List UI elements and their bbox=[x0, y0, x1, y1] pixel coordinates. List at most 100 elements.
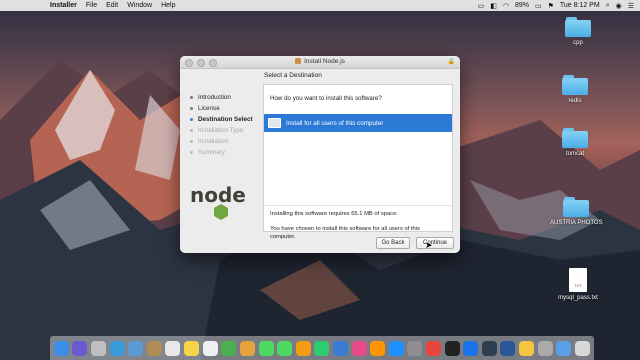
step-label: Summary bbox=[198, 149, 225, 156]
step-label: Installation Type bbox=[198, 127, 244, 134]
step-bullet-icon bbox=[190, 107, 193, 110]
battery-percent[interactable]: 89% bbox=[515, 2, 529, 9]
wifi-icon[interactable]: ◠ bbox=[503, 2, 509, 10]
folder-icon bbox=[562, 75, 588, 95]
nodejs-logo-text: node bbox=[190, 183, 246, 207]
desktop-icon-label: AUSTRIA PHOTOS bbox=[550, 220, 603, 226]
photos-icon[interactable] bbox=[239, 340, 255, 356]
option-label: Install for all users of this computer bbox=[286, 119, 384, 127]
terminal-icon[interactable] bbox=[444, 340, 460, 356]
utility-icon[interactable] bbox=[537, 340, 553, 356]
folder-icon bbox=[563, 197, 589, 217]
step-bullet-icon bbox=[190, 96, 193, 99]
step-summary: Summary bbox=[190, 147, 253, 158]
menu-app-name[interactable]: Installer bbox=[50, 2, 77, 9]
nodejs-logo: node bbox=[190, 183, 246, 220]
safari-icon[interactable] bbox=[109, 340, 125, 356]
menu-bar: Installer File Edit Window Help ▭ ◧ ◠ 89… bbox=[0, 0, 640, 11]
reminders-icon[interactable] bbox=[202, 340, 218, 356]
step-label: Installation bbox=[198, 138, 229, 145]
window-title: Install Node.js bbox=[180, 58, 460, 65]
visual-studio-code-icon[interactable] bbox=[463, 340, 479, 356]
downloads-icon[interactable] bbox=[556, 340, 572, 356]
step-license: License bbox=[190, 103, 253, 114]
notes-icon[interactable] bbox=[184, 340, 200, 356]
destination-panel: How do you want to install this software… bbox=[263, 84, 453, 240]
system-preferences-icon[interactable] bbox=[407, 340, 423, 356]
airplay-icon[interactable]: ▭ bbox=[478, 2, 485, 10]
menu-clock[interactable]: Tue 8:12 PM bbox=[560, 2, 600, 9]
messages-icon[interactable] bbox=[258, 340, 274, 356]
numbers-icon[interactable] bbox=[314, 340, 330, 356]
computer-icon bbox=[268, 118, 281, 128]
calendar-icon[interactable] bbox=[165, 340, 181, 356]
continue-button[interactable]: Continue bbox=[416, 237, 454, 249]
launcher-icon[interactable] bbox=[481, 340, 497, 356]
destination-question: How do you want to install this software… bbox=[270, 95, 382, 102]
step-label: Destination Select bbox=[198, 116, 253, 123]
step-introduction: Introduction bbox=[190, 92, 253, 103]
menu-extras: ▭ ◧ ◠ 89% ▭ ⚑ Tue 8:12 PM ⌕ ◉ ☰ bbox=[478, 0, 634, 11]
mouse-cursor-icon: ➤ bbox=[425, 240, 433, 250]
lock-icon[interactable]: 🔒 bbox=[448, 58, 455, 65]
window-titlebar[interactable]: Install Node.js 🔒 bbox=[180, 56, 460, 69]
facetime-icon[interactable] bbox=[277, 340, 293, 356]
trash-icon[interactable] bbox=[574, 340, 590, 356]
text-file-icon: TXT bbox=[569, 268, 587, 292]
siri-icon[interactable]: ◉ bbox=[616, 2, 622, 10]
dock bbox=[50, 336, 594, 360]
space-required-text: Installing this software requires 65.1 M… bbox=[270, 211, 398, 217]
step-bullet-icon bbox=[190, 151, 193, 154]
folder-icon[interactable] bbox=[519, 340, 535, 356]
pages-icon[interactable] bbox=[295, 340, 311, 356]
step-label: License bbox=[198, 105, 220, 112]
chrome-icon[interactable] bbox=[425, 340, 441, 356]
desktop-icon-label: tomcat bbox=[565, 151, 584, 157]
pane-title: Select a Destination bbox=[264, 72, 322, 79]
desktop-folder-austria-photos[interactable]: AUSTRIA PHOTOS bbox=[550, 197, 603, 226]
desktop-folder-redis[interactable]: redis bbox=[549, 75, 601, 104]
maps-icon[interactable] bbox=[221, 340, 237, 356]
desktop-folder-cpp[interactable]: cpp bbox=[552, 17, 604, 46]
word-icon[interactable] bbox=[500, 340, 516, 356]
desktop-icon-label: mysql_pass.txt bbox=[558, 295, 598, 301]
input-flag-icon[interactable]: ⚑ bbox=[548, 2, 554, 10]
folder-icon bbox=[565, 17, 591, 37]
keynote-icon[interactable] bbox=[332, 340, 348, 356]
install-all-users-option[interactable]: Install for all users of this computer bbox=[264, 114, 452, 132]
folder-icon bbox=[562, 128, 588, 148]
notification-center-icon[interactable]: ☰ bbox=[628, 2, 634, 10]
window-title-text: Install Node.js bbox=[304, 58, 345, 65]
package-icon bbox=[295, 58, 302, 64]
ibooks-icon[interactable] bbox=[370, 340, 386, 356]
installer-steps: Introduction License Destination Select … bbox=[190, 92, 253, 158]
step-destination-select: Destination Select bbox=[190, 114, 253, 125]
step-installation: Installation bbox=[190, 136, 253, 147]
finder-icon[interactable] bbox=[53, 340, 69, 356]
battery-icon[interactable]: ▭ bbox=[535, 2, 542, 10]
siri-icon[interactable] bbox=[72, 340, 88, 356]
installer-window: Install Node.js 🔒 Select a Destination I… bbox=[180, 56, 460, 253]
step-label: Introduction bbox=[198, 94, 231, 101]
desktop-icon-label: cpp bbox=[573, 40, 583, 46]
step-bullet-icon bbox=[190, 140, 193, 143]
launchpad-icon[interactable] bbox=[91, 340, 107, 356]
menu-edit[interactable]: Edit bbox=[106, 2, 118, 9]
desktop-icon-label: redis bbox=[568, 98, 582, 104]
desktop-folder-tomcat[interactable]: tomcat bbox=[549, 128, 601, 157]
itunes-icon[interactable] bbox=[351, 340, 367, 356]
step-bullet-icon bbox=[190, 118, 193, 121]
go-back-button[interactable]: Go Back bbox=[376, 237, 410, 249]
display-icon[interactable]: ◧ bbox=[490, 2, 497, 10]
app-store-icon[interactable] bbox=[388, 340, 404, 356]
contacts-icon[interactable] bbox=[146, 340, 162, 356]
menu-help[interactable]: Help bbox=[161, 2, 175, 9]
menu-file[interactable]: File bbox=[86, 2, 97, 9]
spotlight-search-icon[interactable]: ⌕ bbox=[606, 2, 610, 10]
menu-window[interactable]: Window bbox=[127, 2, 152, 9]
mail-icon[interactable] bbox=[128, 340, 144, 356]
step-bullet-icon bbox=[190, 129, 193, 132]
step-installation-type: Installation Type bbox=[190, 125, 253, 136]
divider bbox=[264, 205, 452, 206]
desktop-file-mysql-pass[interactable]: TXT mysql_pass.txt bbox=[552, 268, 604, 301]
